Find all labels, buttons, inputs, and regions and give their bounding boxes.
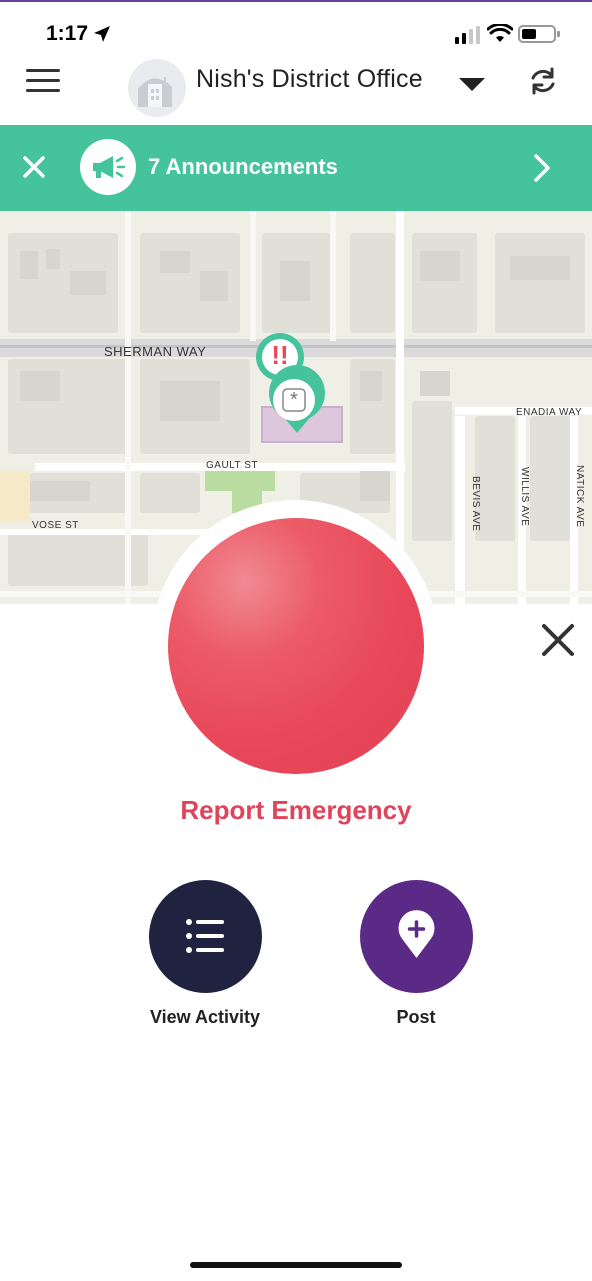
post-button[interactable] (359, 880, 473, 993)
post-action[interactable]: Post (336, 880, 496, 1028)
street-label: WILLIS AVE (519, 467, 530, 527)
signal-icon (455, 26, 480, 44)
announcements-label: 7 Announcements (148, 154, 338, 179)
chevron-right-icon[interactable] (532, 152, 552, 184)
status-time: 1:17 (46, 22, 89, 45)
street-label: SHERMAN WAY (104, 344, 207, 359)
location-arrow-icon (94, 26, 110, 42)
street-label: ENADIA WAY (516, 407, 583, 418)
list-icon (185, 919, 224, 953)
report-emergency-button[interactable] (168, 518, 424, 774)
status-bar: 1:17 (0, 2, 592, 60)
asterisk-map-marker[interactable]: * (264, 363, 328, 449)
dropdown-caret-icon[interactable] (459, 78, 485, 91)
street-label: GAULT ST (206, 460, 258, 471)
battery-icon (518, 25, 560, 43)
street-label: VOSE ST (32, 520, 79, 531)
app-header: Nish's District Office (0, 55, 592, 125)
asterisk-icon: * (290, 389, 298, 411)
office-name[interactable]: Nish's District Office (196, 65, 423, 94)
street-label: NATICK AVE (574, 465, 585, 528)
megaphone-icon (80, 139, 136, 195)
view-activity-action[interactable]: View Activity (125, 880, 285, 1028)
office-logo (128, 59, 186, 117)
street-label: BEVIS AVE (470, 476, 481, 532)
close-icon[interactable] (18, 151, 50, 183)
view-activity-label: View Activity (149, 1007, 261, 1027)
wifi-icon (487, 24, 513, 42)
report-emergency-label[interactable]: Report Emergency (0, 795, 592, 826)
close-icon[interactable] (540, 622, 576, 658)
home-indicator[interactable] (190, 1262, 402, 1268)
announcements-bar[interactable]: 7 Announcements (0, 125, 592, 211)
refresh-icon[interactable] (526, 64, 560, 98)
view-activity-button[interactable] (148, 880, 262, 993)
add-location-icon (398, 910, 434, 958)
post-label: Post (396, 1007, 436, 1027)
menu-button[interactable] (26, 69, 60, 95)
